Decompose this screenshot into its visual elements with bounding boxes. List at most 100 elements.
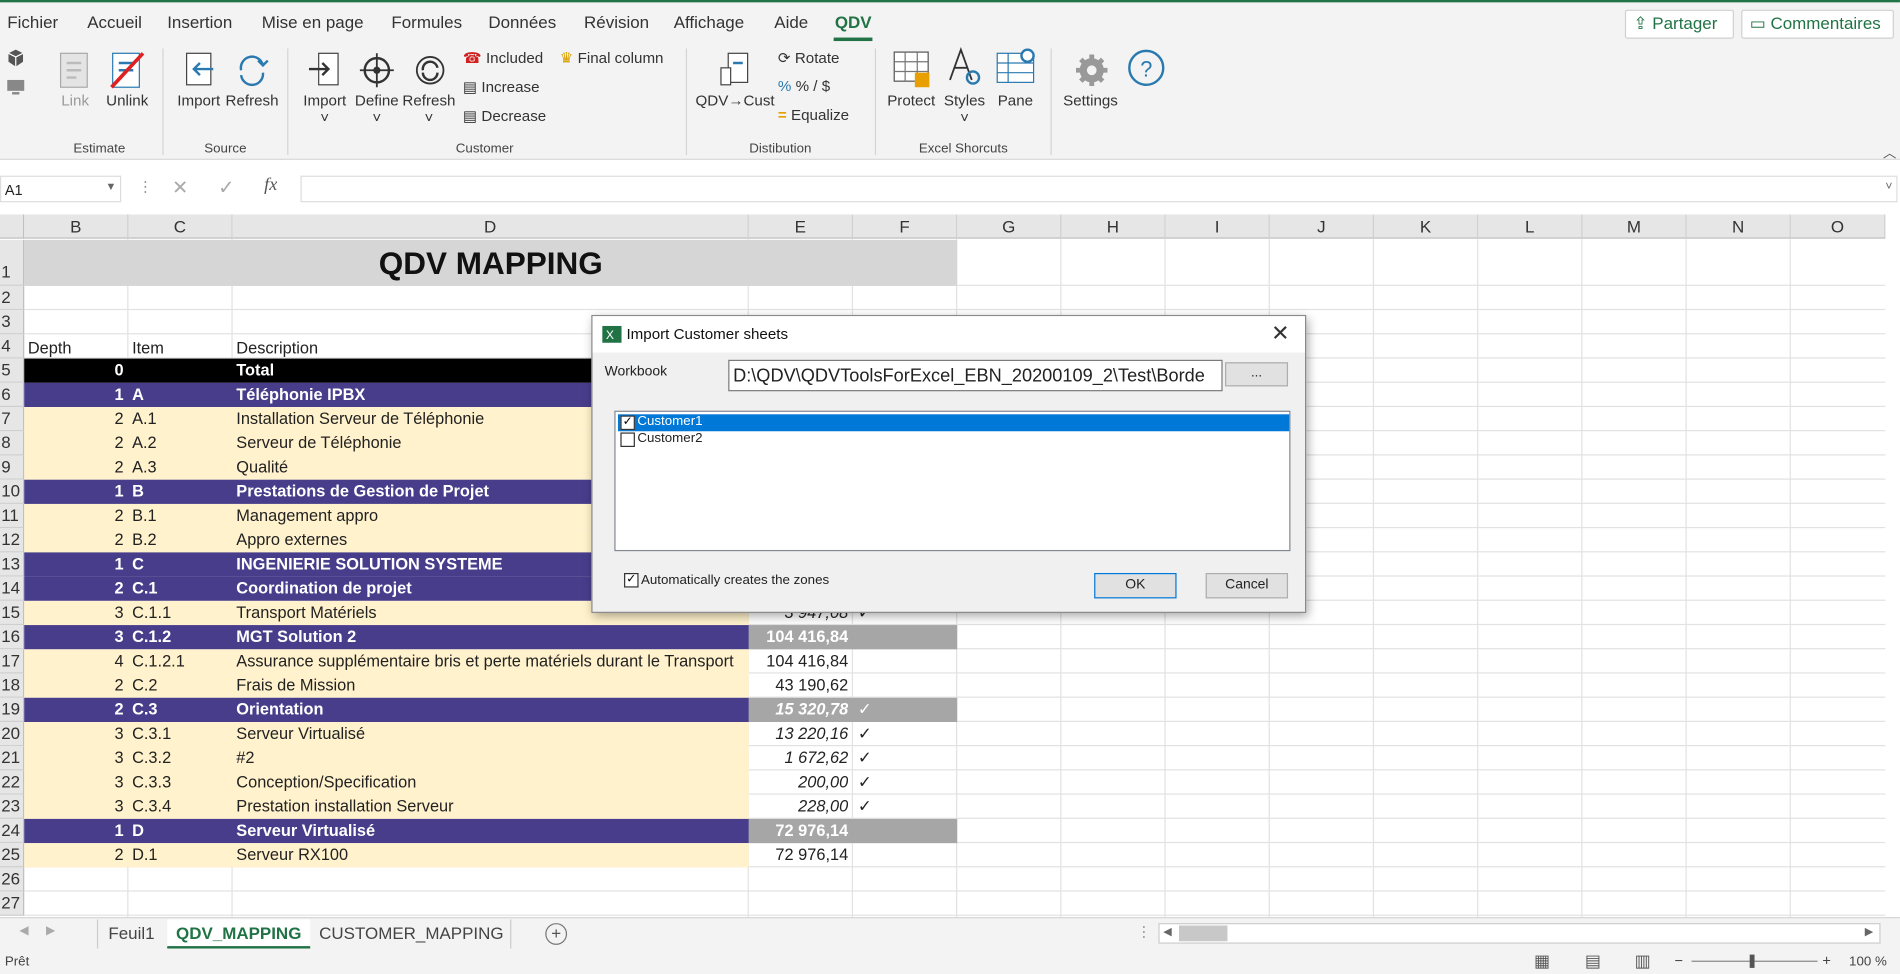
menu-revision[interactable]: Révision (584, 12, 649, 31)
check-mark[interactable]: ✓ (858, 746, 882, 770)
row-header[interactable]: 10 (0, 479, 25, 504)
row-header[interactable]: 25 (0, 843, 25, 868)
normal-view-icon[interactable]: ▦ (1534, 951, 1550, 972)
formula-input[interactable] (300, 175, 1898, 203)
sheet-title[interactable]: QDV MAPPING (24, 239, 958, 286)
menu-formules[interactable]: Formules (391, 12, 462, 31)
monitor-icon[interactable] (6, 78, 25, 97)
comments-button[interactable]: ▭ Commentaires (1741, 9, 1894, 39)
row-header[interactable]: 11 (0, 503, 25, 529)
close-icon[interactable]: ✕ (1271, 321, 1289, 346)
value-cell[interactable]: 228,00 (749, 795, 848, 819)
scroll-right-icon[interactable]: ▶ (1865, 926, 1873, 939)
zoom-level[interactable]: 100 % (1849, 955, 1887, 970)
column-header[interactable]: J (1269, 214, 1375, 239)
menu-mise-en-page[interactable]: Mise en page (262, 12, 364, 31)
ok-button[interactable]: OK (1094, 572, 1177, 599)
item-cell[interactable]: C.1 (132, 577, 234, 601)
header-item[interactable]: Item (132, 337, 164, 361)
row-header[interactable]: 6 (0, 382, 25, 408)
auto-zones-option[interactable]: ✓ Automatically creates the zones (622, 572, 829, 588)
item-cell[interactable]: C.1.2 (132, 625, 234, 649)
description-cell[interactable]: Frais de Mission (236, 674, 745, 698)
description-cell[interactable]: Orientation (236, 698, 745, 722)
item-cell[interactable]: A.2 (132, 431, 234, 455)
tab-feuil1[interactable]: Feuil1 (96, 919, 165, 949)
row-header[interactable]: 26 (0, 867, 25, 892)
settings-button[interactable]: Settings (1059, 92, 1122, 109)
depth-cell[interactable]: 3 (24, 746, 123, 770)
row-header[interactable]: 23 (0, 794, 25, 819)
description-cell[interactable]: Assurance supplémentaire bris et perte m… (236, 649, 745, 673)
column-header[interactable]: L (1478, 214, 1583, 239)
customer-refresh-button[interactable]: Refresh ˅ (402, 92, 455, 126)
zoom-in-icon[interactable]: + (1822, 952, 1831, 969)
menu-insertion[interactable]: Insertion (167, 12, 232, 31)
column-header[interactable]: O (1790, 214, 1886, 239)
menu-affichage[interactable]: Affichage (674, 12, 744, 31)
expand-formula-icon[interactable]: ˅ (1885, 180, 1892, 193)
depth-cell[interactable]: 2 (24, 455, 123, 479)
unlink-button[interactable]: Unlink (102, 92, 153, 109)
header-description[interactable]: Description (236, 337, 318, 361)
tab-customer-mapping[interactable]: CUSTOMER_MAPPING (313, 919, 512, 949)
depth-cell[interactable]: 3 (24, 722, 123, 746)
zoom-slider-thumb[interactable] (1749, 954, 1755, 968)
item-cell[interactable]: B.2 (132, 528, 234, 552)
depth-cell[interactable]: 1 (24, 480, 123, 504)
description-cell[interactable]: Serveur Virtualisé (236, 722, 745, 746)
check-mark[interactable]: ✓ (858, 698, 882, 722)
row-header[interactable]: 20 (0, 721, 25, 747)
menu-aide[interactable]: Aide (774, 12, 808, 31)
browse-button[interactable]: ... (1225, 362, 1289, 387)
item-cell[interactable]: C (132, 552, 234, 576)
zoom-out-icon[interactable]: − (1675, 952, 1684, 969)
item-cell[interactable]: D.1 (132, 843, 234, 867)
customer-import-button[interactable]: Import ˅ (298, 92, 351, 126)
rotate-button[interactable]: ⟳ Rotate (778, 48, 840, 67)
item-cell[interactable]: C.1.2.1 (132, 649, 234, 673)
depth-cell[interactable]: 3 (24, 770, 123, 794)
depth-cell[interactable]: 2 (24, 698, 123, 722)
column-header[interactable]: M (1582, 214, 1687, 239)
menu-fichier[interactable]: Fichier (7, 12, 58, 31)
source-refresh-button[interactable]: Refresh (225, 92, 279, 109)
share-button[interactable]: ⇪ Partager (1624, 9, 1734, 39)
item-cell[interactable]: C.3.3 (132, 770, 234, 794)
column-header[interactable]: C (128, 214, 233, 239)
qdv-cust-button[interactable]: QDV→Cust (696, 92, 775, 109)
row-header[interactable]: 17 (0, 649, 25, 674)
column-header[interactable]: H (1061, 214, 1166, 239)
collapse-ribbon-icon[interactable]: ︿ (1883, 143, 1896, 162)
menu-qdv[interactable]: QDV (835, 12, 872, 31)
page-layout-icon[interactable]: ▤ (1585, 951, 1601, 972)
value-cell[interactable]: 72 976,14 (749, 819, 848, 843)
depth-cell[interactable]: 2 (24, 431, 123, 455)
description-cell[interactable]: #2 (236, 746, 745, 770)
item-cell[interactable]: A (132, 383, 234, 407)
column-header[interactable]: I (1165, 214, 1270, 239)
depth-cell[interactable]: 1 (24, 383, 123, 407)
depth-cell[interactable]: 3 (24, 625, 123, 649)
cube-icon[interactable] (6, 48, 25, 67)
value-cell[interactable]: 72 976,14 (749, 843, 848, 867)
decrease-button[interactable]: ▤ Decrease (463, 107, 546, 125)
menu-accueil[interactable]: Accueil (87, 12, 142, 31)
row-header[interactable]: 2 (0, 285, 25, 311)
column-header[interactable]: N (1686, 214, 1791, 239)
horizontal-scrollbar[interactable]: ◀ ▶ (1158, 923, 1881, 944)
row-header[interactable]: 9 (0, 455, 25, 480)
depth-cell[interactable]: 2 (24, 504, 123, 528)
row-header[interactable]: 19 (0, 697, 25, 722)
check-mark[interactable]: ✓ (858, 722, 882, 746)
row-header[interactable]: 22 (0, 770, 25, 795)
cancel-entry-icon[interactable]: ✕ (172, 176, 188, 200)
checkbox-checked-icon[interactable]: ✓ (620, 415, 635, 431)
row-header[interactable]: 4 (0, 334, 25, 359)
depth-cell[interactable]: 2 (24, 843, 123, 867)
description-cell[interactable]: Prestation installation Serveur (236, 795, 745, 819)
item-cell[interactable]: C.1.1 (132, 601, 234, 625)
checkbox-checked-icon[interactable]: ✓ (624, 572, 639, 588)
item-cell[interactable]: B (132, 480, 234, 504)
column-header[interactable]: F (853, 214, 958, 239)
